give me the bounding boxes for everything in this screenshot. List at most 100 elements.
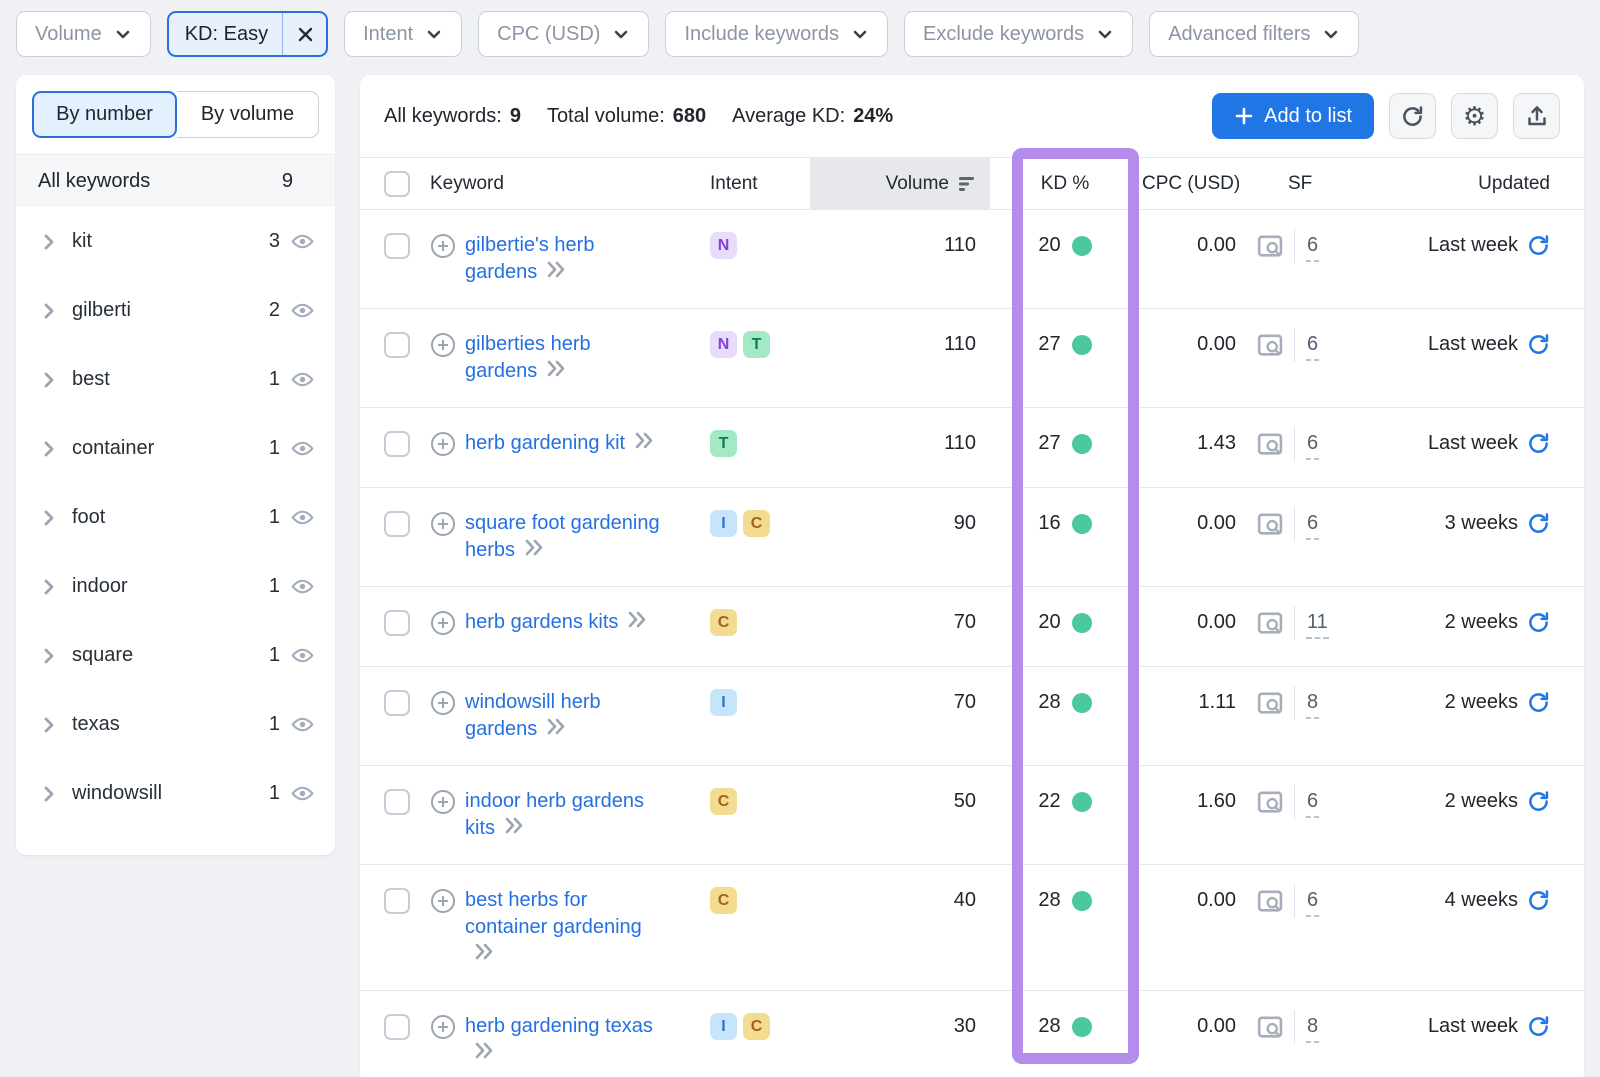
refresh-metrics-icon[interactable] xyxy=(1527,512,1550,535)
filter-advanced[interactable]: Advanced filters xyxy=(1149,11,1359,57)
tab-by-number[interactable]: By number xyxy=(32,91,177,138)
eye-icon[interactable] xyxy=(290,506,315,529)
column-header-volume[interactable]: Volume xyxy=(810,158,990,209)
eye-icon[interactable] xyxy=(290,713,315,736)
column-header-sf[interactable]: SF xyxy=(1250,158,1355,209)
keyword-link[interactable]: square foot gardening herbs xyxy=(465,512,660,561)
row-checkbox[interactable] xyxy=(384,332,410,358)
serp-preview-icon[interactable] xyxy=(1256,690,1283,715)
eye-icon[interactable] xyxy=(290,437,315,460)
chevron-right-icon[interactable] xyxy=(40,715,60,735)
sf-count-link[interactable]: 6 xyxy=(1306,430,1319,460)
column-header-updated[interactable]: Updated xyxy=(1355,158,1560,209)
group-item-kit[interactable]: kit 3 xyxy=(16,207,335,276)
row-checkbox[interactable] xyxy=(384,233,410,259)
export-button[interactable] xyxy=(1513,93,1560,139)
column-header-cpc[interactable]: CPC (USD) xyxy=(1140,158,1250,209)
row-checkbox[interactable] xyxy=(384,610,410,636)
add-keyword-icon[interactable] xyxy=(430,1014,456,1067)
sf-count-link[interactable]: 6 xyxy=(1306,232,1319,262)
refresh-metrics-icon[interactable] xyxy=(1527,333,1550,356)
add-keyword-icon[interactable] xyxy=(430,431,456,457)
keyword-link[interactable]: herb gardening kit xyxy=(465,432,625,454)
keyword-link[interactable]: herb gardens kits xyxy=(465,611,618,633)
tab-by-volume[interactable]: By volume xyxy=(177,91,319,138)
settings-button[interactable]: ⚙ xyxy=(1451,93,1498,139)
chevron-right-icon[interactable] xyxy=(40,646,60,666)
column-header-keyword[interactable]: Keyword xyxy=(430,158,710,209)
refresh-button[interactable] xyxy=(1389,93,1436,139)
row-checkbox[interactable] xyxy=(384,888,410,914)
add-keyword-icon[interactable] xyxy=(430,511,456,564)
chevron-right-icon[interactable] xyxy=(40,439,60,459)
add-keyword-icon[interactable] xyxy=(430,332,456,385)
sf-count-link[interactable]: 6 xyxy=(1306,788,1319,818)
add-to-list-button[interactable]: Add to list xyxy=(1212,93,1374,139)
select-all-checkbox[interactable] xyxy=(384,171,410,197)
double-chevron-right-icon[interactable] xyxy=(634,431,654,450)
sf-count-link[interactable]: 6 xyxy=(1306,887,1319,917)
filter-intent[interactable]: Intent xyxy=(344,11,462,57)
group-item-best[interactable]: best 1 xyxy=(16,345,335,414)
column-header-intent[interactable]: Intent xyxy=(710,158,810,209)
sf-count-link[interactable]: 8 xyxy=(1306,689,1319,719)
double-chevron-right-icon[interactable] xyxy=(524,538,544,557)
keyword-link[interactable]: herb gardening texas xyxy=(465,1015,653,1037)
refresh-metrics-icon[interactable] xyxy=(1527,889,1550,912)
row-checkbox[interactable] xyxy=(384,1014,410,1040)
eye-icon[interactable] xyxy=(290,230,315,253)
double-chevron-right-icon[interactable] xyxy=(546,717,566,736)
filter-exclude-keywords[interactable]: Exclude keywords xyxy=(904,11,1133,57)
sf-count-link[interactable]: 6 xyxy=(1306,510,1319,540)
serp-preview-icon[interactable] xyxy=(1256,511,1283,536)
chevron-right-icon[interactable] xyxy=(40,301,60,321)
group-item-foot[interactable]: foot 1 xyxy=(16,483,335,552)
chevron-right-icon[interactable] xyxy=(40,784,60,804)
row-checkbox[interactable] xyxy=(384,431,410,457)
group-item-indoor[interactable]: indoor 1 xyxy=(16,552,335,621)
double-chevron-right-icon[interactable] xyxy=(504,816,524,835)
refresh-metrics-icon[interactable] xyxy=(1527,691,1550,714)
refresh-metrics-icon[interactable] xyxy=(1527,611,1550,634)
double-chevron-right-icon[interactable] xyxy=(474,942,494,961)
filter-include-keywords[interactable]: Include keywords xyxy=(665,11,888,57)
eye-icon[interactable] xyxy=(290,575,315,598)
group-item-windowsill[interactable]: windowsill 1 xyxy=(16,759,335,828)
close-icon[interactable] xyxy=(297,26,314,43)
filter-volume[interactable]: Volume xyxy=(16,11,151,57)
chevron-right-icon[interactable] xyxy=(40,232,60,252)
double-chevron-right-icon[interactable] xyxy=(546,260,566,279)
row-checkbox[interactable] xyxy=(384,511,410,537)
refresh-metrics-icon[interactable] xyxy=(1527,432,1550,455)
add-keyword-icon[interactable] xyxy=(430,888,456,968)
keyword-link[interactable]: indoor herb gardens kits xyxy=(465,790,644,839)
all-keywords-row[interactable]: All keywords 9 xyxy=(16,154,335,207)
serp-preview-icon[interactable] xyxy=(1256,789,1283,814)
serp-preview-icon[interactable] xyxy=(1256,233,1283,258)
double-chevron-right-icon[interactable] xyxy=(474,1041,494,1060)
chevron-right-icon[interactable] xyxy=(40,508,60,528)
eye-icon[interactable] xyxy=(290,782,315,805)
sf-count-link[interactable]: 6 xyxy=(1306,331,1319,361)
serp-preview-icon[interactable] xyxy=(1256,431,1283,456)
refresh-metrics-icon[interactable] xyxy=(1527,234,1550,257)
filter-cpc[interactable]: CPC (USD) xyxy=(478,11,649,57)
eye-icon[interactable] xyxy=(290,299,315,322)
double-chevron-right-icon[interactable] xyxy=(627,610,647,629)
eye-icon[interactable] xyxy=(290,644,315,667)
group-item-gilberti[interactable]: gilberti 2 xyxy=(16,276,335,345)
row-checkbox[interactable] xyxy=(384,690,410,716)
serp-preview-icon[interactable] xyxy=(1256,1014,1283,1039)
keyword-link[interactable]: best herbs for container gardening xyxy=(465,889,642,938)
keyword-link[interactable]: gilberties herb gardens xyxy=(465,333,591,382)
sf-count-link[interactable]: 8 xyxy=(1306,1013,1319,1043)
serp-preview-icon[interactable] xyxy=(1256,610,1283,635)
filter-kd-active[interactable]: KD: Easy xyxy=(167,11,328,57)
group-item-square[interactable]: square 1 xyxy=(16,621,335,690)
serp-preview-icon[interactable] xyxy=(1256,332,1283,357)
chevron-right-icon[interactable] xyxy=(40,577,60,597)
add-keyword-icon[interactable] xyxy=(430,690,456,743)
chevron-right-icon[interactable] xyxy=(40,370,60,390)
eye-icon[interactable] xyxy=(290,368,315,391)
add-keyword-icon[interactable] xyxy=(430,610,456,636)
